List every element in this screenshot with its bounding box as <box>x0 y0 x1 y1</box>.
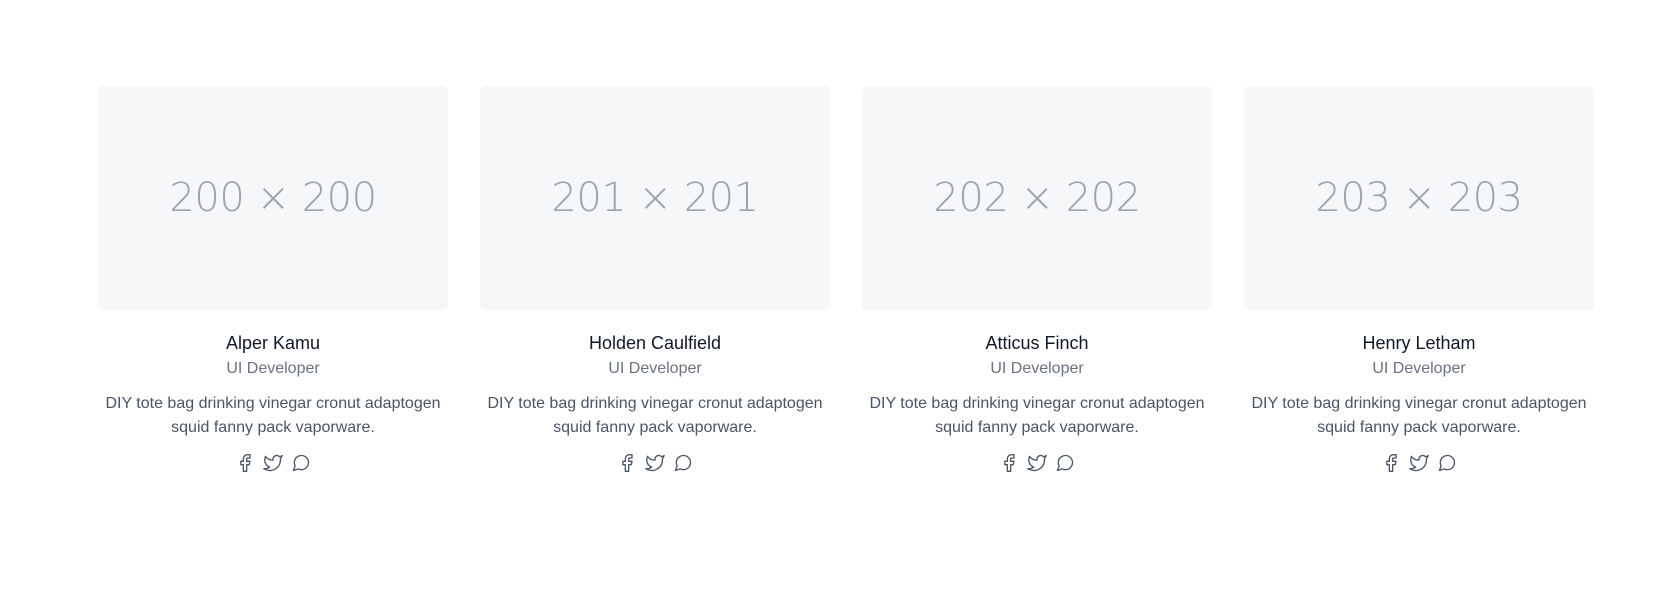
team-member-card: 202 × 202 Atticus Finch UI Developer DIY… <box>862 86 1212 474</box>
member-bio: DIY tote bag drinking vinegar cronut ada… <box>487 395 823 436</box>
member-role: UI Developer <box>608 360 702 377</box>
twitter-icon[interactable] <box>1026 452 1048 474</box>
member-bio: DIY tote bag drinking vinegar cronut ada… <box>1251 395 1587 436</box>
facebook-icon[interactable] <box>616 452 638 474</box>
social-links <box>234 452 312 474</box>
photo-size-label: 202 × 202 <box>933 175 1141 221</box>
twitter-icon[interactable] <box>262 452 284 474</box>
member-name: Holden Caulfield <box>588 333 722 353</box>
member-photo-placeholder: 201 × 201 <box>480 86 830 310</box>
member-name: Alper Kamu <box>225 333 321 353</box>
social-links <box>998 452 1076 474</box>
member-role: UI Developer <box>226 360 320 377</box>
chat-icon[interactable] <box>1436 452 1458 474</box>
member-name: Henry Letham <box>1362 333 1476 353</box>
facebook-icon[interactable] <box>234 452 256 474</box>
team-member-card: 201 × 201 Holden Caulfield UI Developer … <box>480 86 830 474</box>
photo-size-label: 200 × 200 <box>169 175 377 221</box>
team-member-card: 200 × 200 Alper Kamu UI Developer DIY to… <box>98 86 448 474</box>
social-links <box>616 452 694 474</box>
member-name: Atticus Finch <box>985 333 1089 353</box>
team-member-card: 203 × 203 Henry Letham UI Developer DIY … <box>1244 86 1594 474</box>
chat-icon[interactable] <box>1054 452 1076 474</box>
facebook-icon[interactable] <box>1380 452 1402 474</box>
photo-size-label: 201 × 201 <box>551 175 759 221</box>
twitter-icon[interactable] <box>644 452 666 474</box>
photo-size-label: 203 × 203 <box>1315 175 1523 221</box>
chat-icon[interactable] <box>672 452 694 474</box>
member-photo-placeholder: 203 × 203 <box>1244 86 1594 310</box>
member-role: UI Developer <box>1372 360 1466 377</box>
chat-icon[interactable] <box>290 452 312 474</box>
member-role: UI Developer <box>990 360 1084 377</box>
social-links <box>1380 452 1458 474</box>
twitter-icon[interactable] <box>1408 452 1430 474</box>
member-bio: DIY tote bag drinking vinegar cronut ada… <box>869 395 1205 436</box>
member-bio: DIY tote bag drinking vinegar cronut ada… <box>105 395 441 436</box>
team-grid: 200 × 200 Alper Kamu UI Developer DIY to… <box>98 86 1594 474</box>
member-photo-placeholder: 200 × 200 <box>98 86 448 310</box>
member-photo-placeholder: 202 × 202 <box>862 86 1212 310</box>
facebook-icon[interactable] <box>998 452 1020 474</box>
